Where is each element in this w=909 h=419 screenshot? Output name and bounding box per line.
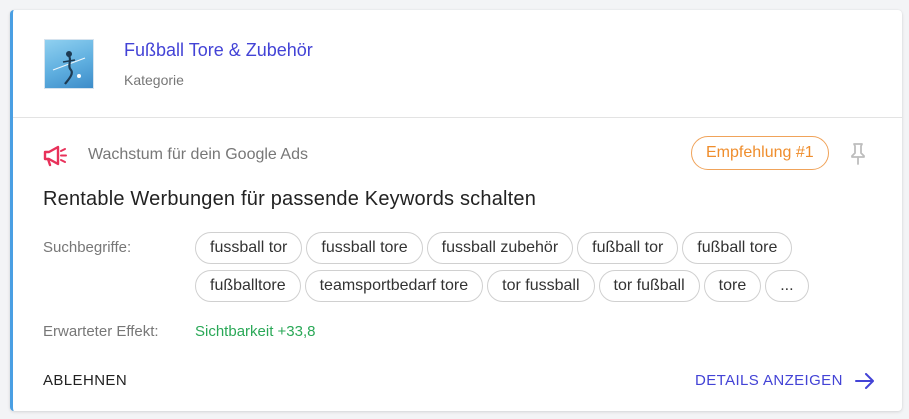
category-header: Fußball Tore & Zubehör Kategorie [13, 10, 902, 118]
pin-icon[interactable] [848, 142, 868, 166]
arrow-right-icon [854, 372, 874, 389]
megaphone-icon [43, 145, 67, 167]
category-subtitle: Kategorie [124, 72, 184, 88]
category-thumbnail [44, 39, 94, 89]
show-details-button[interactable]: DETAILS ANZEIGEN [695, 372, 875, 389]
search-term-chip[interactable]: fußball tor [577, 232, 679, 264]
search-term-chip[interactable]: tor fussball [487, 270, 595, 302]
football-goal-thumbnail [52, 51, 86, 85]
more-search-terms-chip[interactable]: ... [765, 270, 809, 302]
search-term-chip[interactable]: fußball tore [682, 232, 793, 264]
expected-effect-value: Sichtbarkeit +33,8 [195, 323, 316, 340]
search-terms-list: fussball tor fussball tore fussball zube… [195, 232, 845, 302]
search-term-chip[interactable]: fussball tor [195, 232, 303, 264]
search-term-chip[interactable]: fußballtore [195, 270, 301, 302]
search-term-chip[interactable]: tore [703, 270, 762, 302]
search-terms-label: Suchbegriffe: [43, 239, 132, 256]
search-term-chip[interactable]: teamsportbedarf tore [304, 270, 484, 302]
reject-button[interactable]: ABLEHNEN [43, 372, 127, 389]
recommendation-body: Wachstum für dein Google Ads Empfehlung … [13, 118, 902, 410]
expected-effect-label: Erwarteter Effekt: [43, 323, 159, 340]
search-term-chip[interactable]: tor fußball [598, 270, 700, 302]
category-title-link[interactable]: Fußball Tore & Zubehör [124, 40, 313, 61]
recommendation-headline: Rentable Werbungen für passende Keywords… [43, 188, 537, 210]
recommendation-card: Fußball Tore & Zubehör Kategorie Wachstu… [10, 10, 902, 411]
recommendation-category: Wachstum für dein Google Ads [88, 146, 308, 163]
show-details-label: DETAILS ANZEIGEN [695, 372, 843, 389]
search-term-chip[interactable]: fussball zubehör [426, 232, 574, 264]
search-term-chip[interactable]: fussball tore [306, 232, 423, 264]
recommendation-badge: Empfehlung #1 [691, 136, 829, 170]
